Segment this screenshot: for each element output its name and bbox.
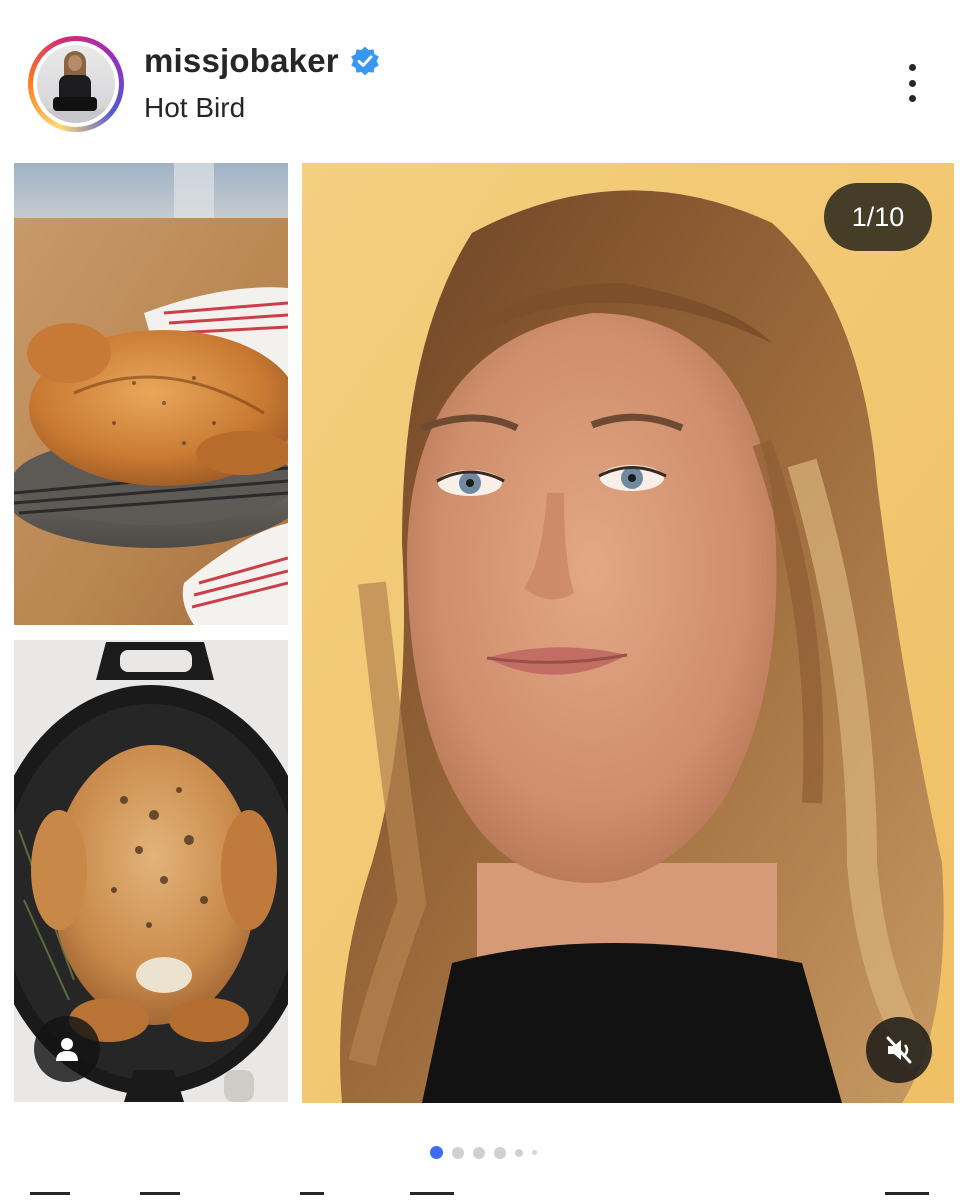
portrait-image: 1/10	[302, 163, 954, 1103]
more-vertical-icon	[908, 64, 916, 71]
tag-people-button[interactable]	[34, 1016, 100, 1082]
comment-icon[interactable]	[140, 1192, 180, 1198]
like-icon[interactable]	[30, 1192, 70, 1198]
person-tag-icon	[56, 1038, 78, 1061]
post-subtitle[interactable]: Hot Bird	[144, 92, 245, 124]
carousel-dot	[452, 1146, 464, 1159]
username-link[interactable]: missjobaker	[144, 42, 339, 80]
carousel-dot	[515, 1148, 523, 1157]
roast-chicken-on-rack-image	[14, 163, 288, 625]
mute-toggle-button[interactable]	[866, 1017, 932, 1083]
post-action-bar	[0, 1188, 967, 1200]
carousel-dot	[473, 1146, 485, 1159]
muted-speaker-icon	[886, 1036, 912, 1064]
roast-chicken-in-skillet-image	[14, 640, 288, 1102]
carousel-counter-badge: 1/10	[824, 183, 932, 251]
username-row: missjobaker	[144, 42, 381, 80]
post-header: missjobaker Hot Bird	[0, 0, 967, 150]
post-media-carousel[interactable]: 1/10	[14, 163, 954, 1103]
carousel-dot	[532, 1150, 537, 1155]
repost-icon[interactable]	[410, 1192, 454, 1198]
carousel-dot-active	[430, 1146, 443, 1159]
carousel-dot	[494, 1146, 506, 1159]
verified-badge-icon	[351, 46, 379, 76]
avatar	[37, 45, 115, 123]
carousel-indicator	[0, 1146, 967, 1159]
more-options-button[interactable]	[892, 58, 932, 108]
share-icon[interactable]	[300, 1192, 324, 1198]
story-ring-avatar[interactable]	[28, 36, 124, 132]
save-icon[interactable]	[885, 1192, 929, 1198]
